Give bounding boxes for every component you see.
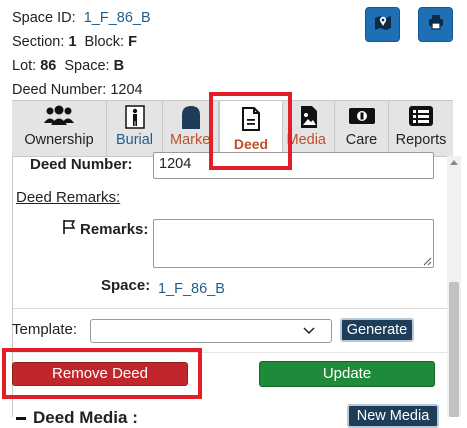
template-select[interactable] xyxy=(90,319,332,343)
lot-space-row: Lot: 86 Space: B xyxy=(12,57,124,75)
scrollbar-thumb[interactable] xyxy=(449,282,459,417)
tab-ownership[interactable]: Ownership xyxy=(12,101,107,156)
list-icon xyxy=(408,105,434,132)
deed-number-field-label: Deed Number: xyxy=(30,156,133,173)
tab-reports[interactable]: Reports xyxy=(389,101,453,156)
people-icon xyxy=(42,105,76,132)
section-value: 1 xyxy=(68,34,77,50)
scrollbar[interactable] xyxy=(447,156,461,417)
tab-burial[interactable]: Burial xyxy=(107,101,163,156)
remarks-textarea[interactable] xyxy=(153,219,434,268)
marker-icon xyxy=(180,105,202,134)
deed-number-input-value: 1204 xyxy=(159,156,192,172)
generate-button[interactable]: Generate xyxy=(340,318,414,342)
image-icon xyxy=(299,105,319,134)
remarks-label-group: Remarks: xyxy=(62,219,148,240)
deed-media-heading: Deed Media : xyxy=(33,408,138,427)
section-label: Section: xyxy=(12,34,65,50)
deed-media-heading-group[interactable]: Deed Media : xyxy=(16,408,138,428)
section-block-row: Section: 1 Block: F xyxy=(12,33,137,51)
tab-media-label: Media xyxy=(286,132,327,148)
deed-number-label: Deed Number: xyxy=(12,82,107,98)
tab-ownership-label: Ownership xyxy=(24,132,94,148)
remarks-label: Remarks: xyxy=(80,221,149,238)
form-space-label: Space: xyxy=(101,277,151,294)
money-icon xyxy=(348,105,376,132)
deed-number-value: 1204 xyxy=(110,82,143,98)
tab-care[interactable]: Care xyxy=(335,101,389,156)
tab-reports-label: Reports xyxy=(395,132,447,148)
lot-value: 86 xyxy=(40,58,57,74)
deed-number-row: Deed Number: 1204 xyxy=(12,81,143,99)
printer-icon xyxy=(427,13,445,36)
chevron-down-icon xyxy=(303,327,315,335)
space-value: B xyxy=(113,58,125,74)
form-space-value[interactable]: 1_F_86_B xyxy=(158,281,225,297)
new-media-button[interactable]: New Media xyxy=(347,404,439,428)
space-label: Space: xyxy=(64,58,110,74)
tab-care-label: Care xyxy=(345,132,378,148)
scroll-up-arrow-icon[interactable] xyxy=(450,160,458,165)
remove-deed-highlight xyxy=(2,348,202,399)
block-label: Block: xyxy=(84,34,125,50)
flag-icon xyxy=(62,219,76,240)
print-button[interactable] xyxy=(418,7,453,42)
tab-burial-label: Burial xyxy=(115,132,154,148)
deed-remarks-heading: Deed Remarks: xyxy=(16,189,121,206)
space-id-label: Space ID: xyxy=(12,10,76,26)
deed-number-input[interactable]: 1204 xyxy=(153,152,434,179)
lot-label: Lot: xyxy=(12,58,37,74)
update-button[interactable]: Update xyxy=(259,361,435,387)
block-value: F xyxy=(128,34,137,50)
template-label: Template: xyxy=(12,321,78,338)
resize-handle-icon[interactable] xyxy=(423,257,432,266)
map-button[interactable] xyxy=(365,7,400,42)
map-marker-icon xyxy=(374,13,392,36)
person-icon xyxy=(124,105,145,134)
space-id-value[interactable]: 1_F_86_B xyxy=(84,10,151,26)
deed-tab-highlight xyxy=(209,92,292,170)
space-id-row: Space ID: 1_F_86_B xyxy=(12,9,151,27)
divider xyxy=(13,308,447,309)
